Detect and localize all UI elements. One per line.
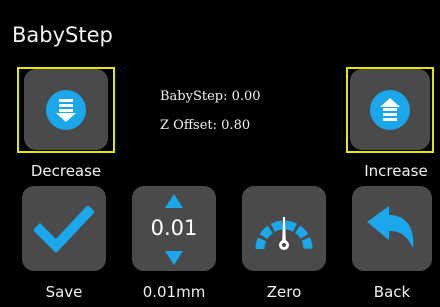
zoffset-readout: Z Offset: 0.80	[160, 118, 251, 133]
checkmark-icon	[34, 205, 94, 252]
step-size-value: 0.01	[150, 216, 198, 240]
page-title: BabyStep	[12, 23, 113, 47]
babystep-readout: BabyStep: 0.00	[160, 89, 261, 104]
save-label: Save	[45, 283, 83, 301]
back-arrow-icon	[367, 205, 414, 248]
decrease-label: Decrease	[30, 162, 102, 180]
arrow-up-icon	[370, 89, 410, 130]
step-size-button[interactable]: 0.01	[132, 186, 216, 271]
gauge-icon	[255, 216, 313, 250]
zero-label: Zero	[266, 283, 302, 301]
triangle-up-icon	[165, 194, 183, 208]
increase-label: Increase	[364, 162, 428, 180]
back-button[interactable]	[352, 186, 432, 271]
decrease-button[interactable]	[24, 69, 108, 150]
triangle-down-icon	[165, 251, 183, 265]
back-label: Back	[373, 283, 411, 301]
arrow-down-icon	[46, 89, 86, 130]
increase-button[interactable]	[350, 69, 430, 150]
zero-button[interactable]	[242, 186, 326, 271]
save-button[interactable]	[22, 186, 106, 271]
step-size-label: 0.01mm	[142, 283, 206, 301]
